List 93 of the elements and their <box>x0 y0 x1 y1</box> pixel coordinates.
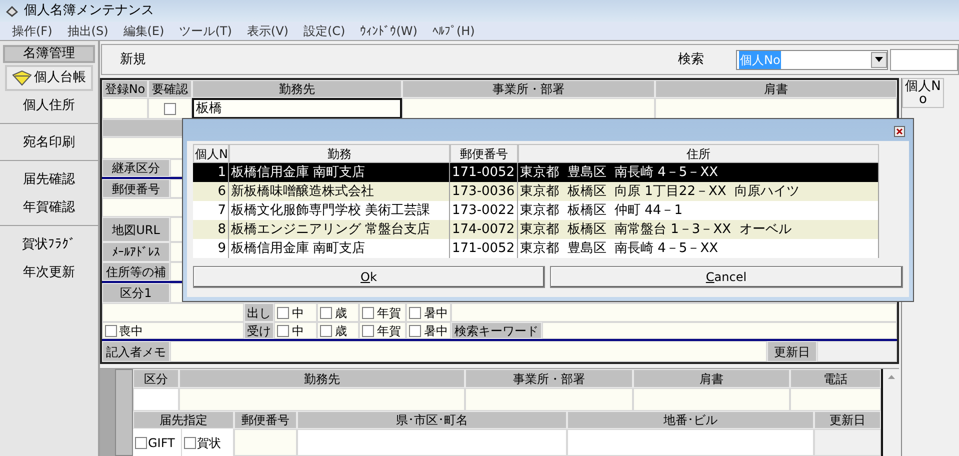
menu-item[interactable]: 抽出(S) <box>67 22 108 40</box>
input-field[interactable] <box>170 341 767 362</box>
checkbox[interactable] <box>320 306 332 318</box>
table-cell <box>133 388 179 411</box>
checkbox-label: GIFT <box>148 434 175 452</box>
mode-label: 新規 <box>120 50 146 69</box>
checkbox-label: 年賀 <box>377 322 401 340</box>
sidebar-header: 名簿管理 <box>3 45 95 63</box>
list-row[interactable]: 1 板橋信用金庫 南町支店 171-0052 東京都 豊島区 南長崎 4－5－XX <box>193 163 879 182</box>
checkbox-label: 賀状 <box>197 434 221 452</box>
menu-item[interactable]: 編集(E) <box>123 22 164 40</box>
list-row[interactable]: 8 板橋エンジニアリング 常盤台支店 174-0072 東京都 板橋区 南常盤台 1－3－XX オーベル <box>193 220 879 239</box>
list-row[interactable]: 7 板橋文化服飾専門学校 美術工芸課 173-0022 東京都 板橋区 仲町 44－1 <box>193 201 879 220</box>
menu-item[interactable]: 表示(V) <box>246 22 288 40</box>
field-label: 郵便番号 <box>102 179 170 198</box>
column-header: 勤務 <box>229 144 450 163</box>
app-icon <box>4 3 20 19</box>
field-label: 区分1 <box>102 283 170 303</box>
column-header: 肩書 <box>655 80 897 98</box>
column-header: 事業所・部署 <box>402 80 655 98</box>
column-header: 県･市区･町名 <box>297 411 567 429</box>
list-row[interactable]: 9 板橋信用金庫 南町支店 171-0052 東京都 豊島区 南長崎 4－5－XX <box>193 239 879 258</box>
dialog-button[interactable]: Cancel <box>550 266 903 288</box>
field-label: 住所等の補 <box>102 262 170 281</box>
checkbox-label: 中 <box>292 322 304 340</box>
sidebar-item[interactable]: 宛名印刷 <box>5 130 93 156</box>
scroll-up-icon[interactable] <box>888 375 894 379</box>
checkbox-label: 歳 <box>335 322 347 340</box>
column-header: 地番･ビル <box>567 411 814 429</box>
checkbox[interactable] <box>362 306 374 318</box>
checkbox-label: 中 <box>292 304 304 322</box>
field-label: 地図URL <box>102 217 170 242</box>
checkbox[interactable] <box>320 324 332 336</box>
field-label: ﾒｰﾙｱﾄﾞﾚｽ <box>102 242 170 262</box>
close-icon[interactable] <box>894 126 905 137</box>
input-field[interactable] <box>234 429 297 456</box>
workplace-field[interactable]: 板橋 <box>192 98 402 119</box>
checkbox[interactable] <box>362 324 374 336</box>
window-title: 個人名簿メンテナンス <box>24 2 154 20</box>
search-label: 検索 <box>678 50 704 69</box>
input-field[interactable] <box>297 429 567 456</box>
column-header: 勤務先 <box>192 80 402 98</box>
checkbox-label: 暑中 <box>424 322 448 340</box>
column-header: 事業所・部署 <box>465 369 633 388</box>
checkbox-label: 暑中 <box>424 304 448 322</box>
column-header: 登録No <box>102 80 148 98</box>
row-label: 出し <box>244 303 274 322</box>
checkbox[interactable] <box>277 324 289 336</box>
checkbox[interactable] <box>105 324 117 336</box>
menu-item[interactable]: ｳｨﾝﾄﾞｳ(W) <box>360 22 418 40</box>
checkbox[interactable] <box>184 436 196 448</box>
column-header: 郵便番号 <box>450 144 518 163</box>
table-cell <box>814 429 881 456</box>
sidebar-item[interactable]: 届先確認 <box>5 167 93 193</box>
menu-item[interactable]: 操作(F) <box>12 22 52 40</box>
search-input[interactable] <box>890 48 958 70</box>
column-header: 要確認 <box>148 80 192 98</box>
field-label: 記入者メモ <box>102 341 170 362</box>
checkbox-label: 年賀 <box>377 304 401 322</box>
sidebar-item[interactable]: 年賀確認 <box>5 195 93 221</box>
column-header: 個人N <box>193 144 229 163</box>
row-label: 受け <box>244 322 274 339</box>
sidebar-item[interactable]: 個人台帳 <box>5 65 93 91</box>
column-header: 勤務先 <box>179 369 465 388</box>
input-field[interactable] <box>542 322 897 339</box>
field-label: 検索キーワード <box>451 322 542 339</box>
column-header: 更新日 <box>814 411 881 429</box>
column-header: 住所 <box>518 144 879 163</box>
field-label: 継承区分 <box>102 159 170 177</box>
checkbox[interactable] <box>277 306 289 318</box>
checkbox[interactable] <box>409 306 421 318</box>
sidebar-item[interactable]: 年次更新 <box>5 260 93 286</box>
menu-item[interactable]: ツール(T) <box>179 22 232 40</box>
column-header: 届先指定 <box>133 411 234 429</box>
list-row[interactable]: 6 新板橋味噌醸造株式会社 173-0036 東京都 板橋区 向原 1丁目22－XX 向原ハイツ <box>193 182 879 201</box>
checkbox[interactable] <box>409 324 421 336</box>
column-header: 個人No <box>902 78 944 108</box>
checkbox-label: 喪中 <box>119 322 143 340</box>
menu-item[interactable]: ﾍﾙﾌﾟ(H) <box>432 22 475 40</box>
dialog-button[interactable]: Ok <box>193 266 544 288</box>
menu-item[interactable]: 設定(C) <box>303 22 346 40</box>
checkbox-label: 歳 <box>335 304 347 322</box>
column-header: 電話 <box>790 369 881 388</box>
field-label: 更新日 <box>767 341 817 362</box>
column-header: 区分 <box>133 369 179 388</box>
input-field[interactable] <box>567 429 814 456</box>
sidebar-item[interactable]: 個人住所 <box>5 93 93 119</box>
column-header: 肩書 <box>633 369 790 388</box>
checkbox[interactable] <box>135 436 147 448</box>
checkbox[interactable] <box>164 102 176 114</box>
folder-icon <box>12 70 32 86</box>
sidebar-item[interactable]: 賀状ﾌﾗｸﾞ <box>5 232 93 258</box>
column-header: 郵便番号 <box>234 411 297 429</box>
